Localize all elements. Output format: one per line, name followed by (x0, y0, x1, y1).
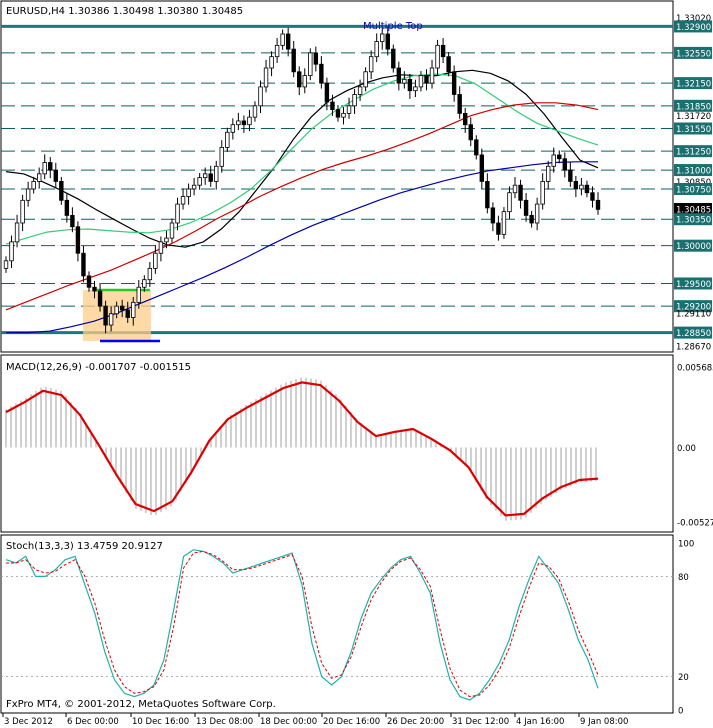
date-tick-label: 18 Dec 00:00 (260, 717, 317, 727)
stoch-tick-label: 20 (678, 673, 689, 683)
date-tick-label: 26 Dec 20:00 (387, 717, 444, 727)
main-title: EURUSD,H4 1.30386 1.30498 1.30380 1.3048… (6, 6, 243, 17)
price-label: 1.32900 (674, 20, 712, 33)
date-axis: 3 Dec 2012 6 Dec 00:00 10 Dec 16:00 13 Dec … (2, 713, 628, 727)
svg-text:1.30750: 1.30750 (676, 185, 711, 195)
stoch-axis: 100 80 20 0 (678, 540, 694, 717)
candle (391, 44, 396, 73)
copyright-text: FxPro MT4, © 2001-2012, MetaQuotes Softw… (6, 699, 276, 710)
svg-text:1.28850: 1.28850 (676, 329, 711, 339)
svg-text:1.31000: 1.31000 (676, 167, 711, 177)
svg-text:1.31850: 1.31850 (676, 102, 711, 112)
svg-text:1.30000: 1.30000 (676, 242, 711, 252)
svg-text:1.29110: 1.29110 (676, 309, 711, 319)
candle (501, 207, 507, 239)
svg-text:1.32550: 1.32550 (676, 49, 711, 59)
stoch-tick-label: 100 (678, 540, 694, 550)
price-label: 1.30750 (674, 182, 712, 195)
price-label: 1.29500 (674, 277, 712, 290)
price-label: 1.31250 (674, 145, 712, 158)
candle (59, 176, 64, 205)
date-tick-label: 9 Jan 08:00 (580, 717, 628, 727)
mt4-chart: 1.330201.329001.325501.321501.318501.317… (0, 0, 713, 727)
svg-text:1.32150: 1.32150 (676, 80, 711, 90)
svg-text:1.32900: 1.32900 (676, 23, 711, 33)
macd-tick-label: -0.00527 (677, 519, 713, 529)
date-tick-label: 6 Dec 00:00 (67, 717, 119, 727)
price-label: 1.32150 (674, 77, 712, 90)
stoch-tick-label: 0 (678, 707, 683, 717)
price-label: 1.31000 (674, 164, 712, 177)
svg-text:1.29500: 1.29500 (676, 280, 711, 290)
macd-tick-label: 0.00 (677, 444, 696, 454)
date-tick-label: 3 Dec 2012 (4, 717, 53, 727)
date-tick-label: 20 Dec 16:00 (323, 717, 380, 727)
date-tick-label: 31 Dec 12:00 (452, 717, 509, 727)
date-tick-label: 13 Dec 08:00 (196, 717, 253, 727)
macd-panel-frame (0, 354, 674, 533)
macd-title: MACD(12,26,9) -0.001707 -0.001515 (6, 362, 191, 373)
price-label: 1.31850 (674, 99, 712, 112)
svg-text:1.31720: 1.31720 (676, 112, 711, 122)
svg-text:1.31250: 1.31250 (676, 148, 711, 158)
stoch-panel-frame (0, 534, 674, 714)
stoch-title: Stoch(13,3,3) 13.4759 20.9127 (6, 541, 163, 552)
price-label: 1.28670 (676, 343, 711, 353)
price-label: 1.31550 (674, 122, 712, 135)
price-label: 1.32550 (674, 46, 712, 59)
price-label: 1.30000 (674, 239, 712, 252)
date-tick-label: 10 Dec 16:00 (132, 717, 189, 727)
multiple-top-annotation: Multiple Top (363, 21, 423, 32)
macd-tick-label: 0.005685 (677, 364, 713, 374)
svg-text:1.31550: 1.31550 (676, 125, 711, 135)
price-label: 1.30350 (674, 213, 712, 226)
stoch-tick-label: 80 (678, 573, 689, 583)
candle (308, 48, 313, 81)
price-label: 1.31720 (676, 112, 711, 122)
price-axis: 1.330201.329001.325501.321501.318501.317… (674, 14, 712, 353)
date-tick-label: 4 Jan 16:00 (516, 717, 564, 727)
price-label: 1.29110 (676, 309, 711, 319)
svg-text:1.30350: 1.30350 (676, 216, 711, 226)
price-label: 1.28850 (674, 326, 712, 339)
svg-text:1.28670: 1.28670 (676, 343, 711, 353)
macd-axis: 0.005685 0.00 -0.00527 (677, 364, 713, 529)
